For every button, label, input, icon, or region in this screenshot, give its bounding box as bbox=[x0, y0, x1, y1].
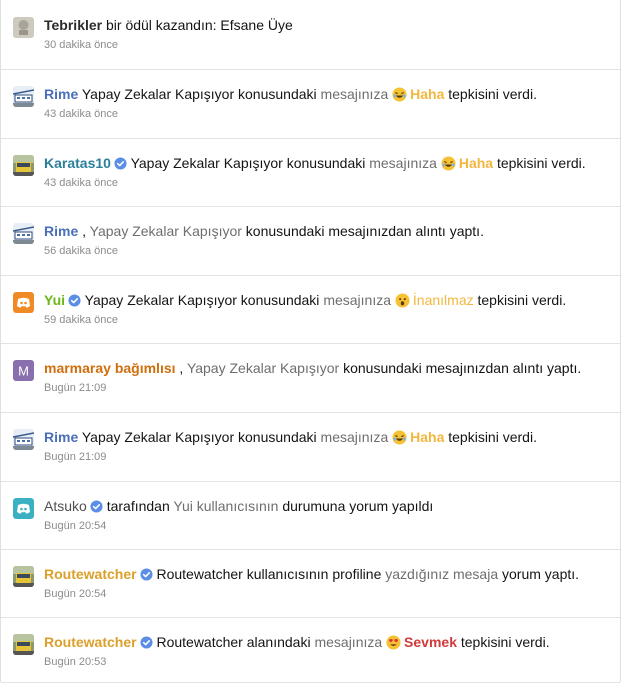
content-link[interactable]: yazdığınız mesaja bbox=[385, 566, 498, 582]
notification-item[interactable]: Mmarmaray bağımlısı , Yapay Zekalar Kapı… bbox=[1, 343, 620, 413]
notification-item[interactable]: Karatas10 Yapay Zekalar Kapışıyor konusu… bbox=[1, 138, 620, 207]
notification-time: Bugün 21:09 bbox=[44, 451, 107, 463]
notification-time: Bugün 21:09 bbox=[44, 382, 107, 394]
notification-text: Rime Yapay Zekalar Kapışıyor konusundaki… bbox=[44, 428, 537, 446]
reaction-label: Haha bbox=[410, 429, 445, 445]
verified-badge-icon bbox=[140, 635, 153, 649]
notification-time: Bugün 20:54 bbox=[44, 520, 107, 532]
username-link[interactable]: marmaray bağımlısı bbox=[44, 360, 176, 376]
laugh-emoji-icon bbox=[392, 430, 407, 445]
heart-eyes-emoji-icon bbox=[386, 635, 401, 650]
text-segment: konusundaki mesajınızdan alıntı yaptı. bbox=[241, 223, 484, 239]
username-link[interactable]: Karatas10 bbox=[44, 155, 111, 171]
text-segment: Yapay Zekalar Kapışıyor konusundaki bbox=[78, 429, 321, 445]
verified-badge-icon bbox=[90, 499, 103, 513]
notification-item[interactable]: Yui Yapay Zekalar Kapışıyor konusundaki … bbox=[1, 275, 620, 344]
text-segment: Routewatcher kullanıcısının profiline bbox=[152, 566, 386, 582]
text-segment: Yapay Zekalar Kapışıyor konusundaki bbox=[81, 292, 324, 308]
notification-text: marmaray bağımlısı , Yapay Zekalar Kapış… bbox=[44, 359, 581, 377]
text-segment: Routewatcher alanındaki bbox=[152, 634, 315, 650]
text-segment: tepkisini verdi. bbox=[473, 292, 567, 308]
bus-avatar[interactable] bbox=[13, 566, 34, 587]
svg-text:M: M bbox=[18, 364, 29, 379]
username-link[interactable]: Rime bbox=[44, 86, 78, 102]
notification-item[interactable]: Atsuko tarafından Yui kullanıcısının dur… bbox=[1, 481, 620, 550]
text-segment: tepkisini verdi. bbox=[456, 634, 550, 650]
notification-time: 43 dakika önce bbox=[44, 108, 118, 120]
tram-avatar[interactable] bbox=[13, 86, 34, 107]
text-segment: , bbox=[78, 223, 90, 239]
verified-badge-icon bbox=[140, 567, 153, 581]
content-link[interactable]: mesajınıza bbox=[321, 429, 389, 445]
notification-item[interactable]: Routewatcher Routewatcher alanındaki mes… bbox=[1, 617, 620, 683]
text-segment: , bbox=[175, 360, 187, 376]
content-link[interactable]: mesajınıza bbox=[314, 634, 382, 650]
laugh-emoji-icon bbox=[441, 156, 456, 171]
notification-text: Atsuko tarafından Yui kullanıcısının dur… bbox=[44, 497, 433, 515]
content-link[interactable]: mesajınıza bbox=[369, 155, 437, 171]
reaction-label: İnanılmaz bbox=[412, 292, 474, 308]
text-segment: tepkisini verdi. bbox=[444, 86, 537, 102]
notification-item[interactable]: Tebrikler bir ödül kazandın: Efsane Üye 3… bbox=[1, 0, 620, 70]
text-segment: durumuna yorum yapıldı bbox=[278, 498, 434, 514]
notification-text: Rime Yapay Zekalar Kapışıyor konusundaki… bbox=[44, 85, 537, 103]
reaction-label: Haha bbox=[410, 86, 445, 102]
username-link[interactable]: Routewatcher bbox=[44, 566, 137, 582]
username-link[interactable]: Rime bbox=[44, 223, 78, 239]
tram-avatar[interactable] bbox=[13, 429, 34, 450]
text-segment: yorum yaptı. bbox=[498, 566, 580, 582]
content-link[interactable]: Yapay Zekalar Kapışıyor bbox=[90, 223, 242, 239]
verified-badge-icon bbox=[68, 293, 81, 307]
notification-item[interactable]: Rime Yapay Zekalar Kapışıyor konusundaki… bbox=[1, 412, 620, 482]
text-segment: tepkisini verdi. bbox=[493, 155, 586, 171]
username-link[interactable]: Yui bbox=[44, 292, 65, 308]
username-link[interactable]: Atsuko bbox=[44, 498, 87, 514]
text-segment: bir ödül kazandın: Efsane Üye bbox=[102, 17, 293, 33]
content-link[interactable]: Yapay Zekalar Kapışıyor bbox=[187, 360, 339, 376]
laugh-emoji-icon bbox=[392, 87, 407, 102]
text-segment: tarafından bbox=[102, 498, 174, 514]
notification-time: 43 dakika önce bbox=[44, 177, 118, 189]
notification-item[interactable]: Routewatcher Routewatcher kullanıcısının… bbox=[1, 549, 620, 618]
trophy-thumbnail[interactable] bbox=[13, 17, 34, 38]
notification-text: Yui Yapay Zekalar Kapışıyor konusundaki … bbox=[44, 291, 566, 309]
verified-badge-icon bbox=[114, 156, 127, 170]
content-link[interactable]: Yui kullanıcısının bbox=[173, 498, 278, 514]
bus-avatar[interactable] bbox=[13, 634, 34, 655]
notification-text: Tebrikler bir ödül kazandın: Efsane Üye bbox=[44, 16, 293, 34]
content-link[interactable]: mesajınıza bbox=[321, 86, 389, 102]
tram-avatar[interactable] bbox=[13, 223, 34, 244]
discord-teal-avatar[interactable] bbox=[13, 498, 34, 519]
username-link[interactable]: Rime bbox=[44, 429, 78, 445]
notification-time: 56 dakika önce bbox=[44, 245, 118, 257]
content-link[interactable]: mesajınıza bbox=[323, 292, 391, 308]
notification-item[interactable]: Rime , Yapay Zekalar Kapışıyor konusunda… bbox=[1, 206, 620, 276]
notification-list: Tebrikler bir ödül kazandın: Efsane Üye 3… bbox=[0, 0, 621, 683]
text-segment: konusundaki mesajınızdan alıntı yaptı. bbox=[339, 360, 582, 376]
text-segment: Yapay Zekalar Kapışıyor konusundaki bbox=[78, 86, 321, 102]
notification-time: Bugün 20:53 bbox=[44, 656, 107, 668]
notification-text: Rime , Yapay Zekalar Kapışıyor konusunda… bbox=[44, 222, 484, 240]
letter-m-avatar[interactable]: M bbox=[13, 360, 34, 381]
reaction-label: Sevmek bbox=[404, 634, 457, 650]
text-segment: tepkisini verdi. bbox=[444, 429, 537, 445]
notification-item[interactable]: Rime Yapay Zekalar Kapışıyor konusundaki… bbox=[1, 69, 620, 139]
text-segment: Yapay Zekalar Kapışıyor konusundaki bbox=[126, 155, 370, 171]
reaction-label: Haha bbox=[458, 155, 494, 171]
discord-orange-avatar[interactable] bbox=[13, 292, 34, 313]
username-link[interactable]: Routewatcher bbox=[44, 634, 137, 650]
notification-text: Routewatcher Routewatcher kullanıcısının… bbox=[44, 565, 579, 583]
notification-time: 59 dakika önce bbox=[44, 314, 118, 326]
notification-time: Bugün 20:54 bbox=[44, 588, 107, 600]
notification-time: 30 dakika önce bbox=[44, 39, 118, 51]
wow-emoji-icon bbox=[395, 293, 410, 308]
notification-text: Routewatcher Routewatcher alanındaki mes… bbox=[44, 633, 550, 651]
bus-avatar[interactable] bbox=[13, 155, 34, 176]
notification-text: Karatas10 Yapay Zekalar Kapışıyor konusu… bbox=[44, 154, 586, 172]
username-link[interactable]: Tebrikler bbox=[44, 17, 102, 33]
